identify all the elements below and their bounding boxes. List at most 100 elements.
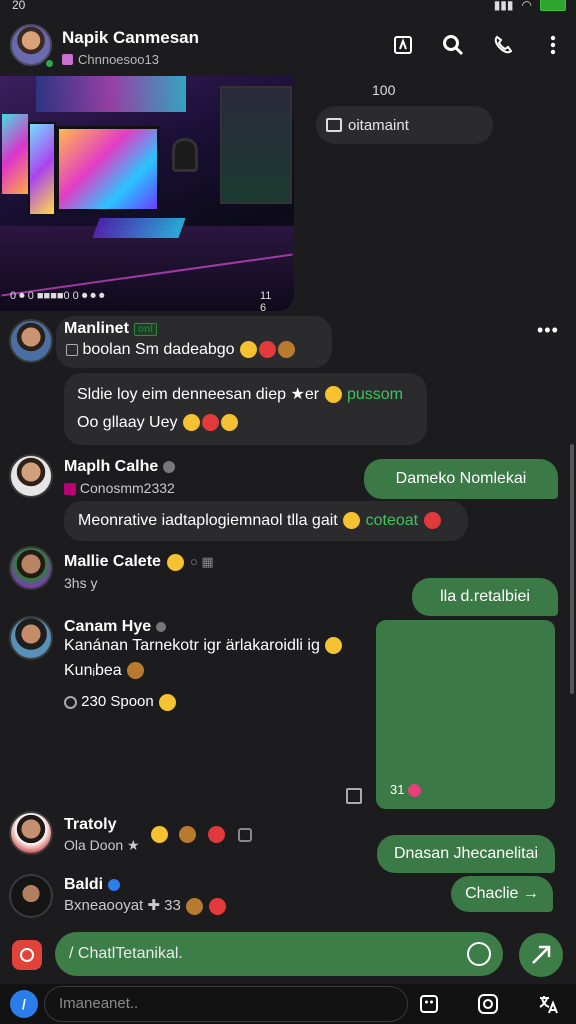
image-caption-text: 0 ⏺ 0 ■■■■0 0 ⏺ ⏺ ⏺ — [10, 290, 105, 302]
chat-area[interactable]: 0 ⏺ 0 ■■■■0 0 ⏺ ⏺ ⏺ 11 6 100 oitamaint M… — [0, 76, 576, 928]
phone-icon[interactable] — [490, 32, 516, 58]
emoji-icon — [182, 414, 200, 432]
sender-name-text: Manlinet — [64, 320, 129, 337]
avatar[interactable] — [9, 616, 53, 660]
message-text: Meonrative iadtaplogiemnaol tlla gait co… — [78, 512, 442, 530]
emoji-icon — [343, 512, 361, 530]
system-pill[interactable]: oitamaint — [316, 106, 493, 144]
bottom-bar: / Imaneanet.. — [0, 984, 576, 1024]
green-card-caption: 31 — [390, 782, 422, 798]
message-composer: / ChatlTetanikal. — [0, 928, 576, 984]
verified-icon — [108, 879, 121, 891]
header-actions — [390, 32, 566, 58]
sender-name: Baldi — [64, 876, 121, 894]
more-options-icon[interactable]: ••• — [537, 320, 559, 341]
expand-icon[interactable] — [346, 788, 362, 804]
sender-sub: Conosmm2332 — [64, 480, 175, 496]
gallery-icon — [326, 118, 342, 132]
sticker-icon[interactable] — [416, 991, 442, 1017]
emoji-icon — [423, 512, 441, 530]
message-line: Kunᵢbea — [64, 662, 145, 680]
sender-sub: Ola Doon ★ — [64, 837, 140, 854]
status-icon: ○ ▦ — [189, 554, 214, 569]
status-bar: 20 ▮▮▮ ◠ — [0, 0, 576, 14]
neon-light — [36, 76, 186, 112]
time-label: 100 — [372, 82, 396, 98]
verified-icon — [156, 622, 167, 632]
system-pill-text: oitamaint — [348, 116, 409, 134]
app-logo-glyph: / — [22, 996, 26, 1012]
send-icon — [532, 945, 551, 964]
sender-name: Maplh Calhe — [64, 458, 176, 476]
shared-image[interactable]: 0 ⏺ 0 ■■■■0 0 ⏺ ⏺ ⏺ 11 6 — [0, 76, 294, 311]
sender-sub-text: Ola Doon ★ — [64, 837, 140, 853]
message-text-content: Meonrative iadtaplogiemnaol tlla gait — [78, 512, 338, 529]
green-card-caption-text: 31 — [390, 782, 405, 797]
sender-sub-text: Bxneaooyat ✚ 33 — [64, 897, 181, 914]
message-line: Kanánan Tarnekotr igr ärlakaroidli ig — [64, 637, 343, 655]
sender-name-text: Canam Hye — [64, 618, 152, 635]
subtitle-text: Chnnoesoo13 — [78, 52, 159, 67]
monitor-center — [56, 126, 160, 212]
wifi-icon: ◠ — [521, 0, 532, 12]
flag-icon[interactable] — [390, 32, 416, 58]
scrollbar[interactable] — [570, 444, 574, 694]
mention-text[interactable]: pussom — [347, 386, 403, 403]
instagram-icon[interactable] — [475, 991, 501, 1017]
emoji-icon — [324, 386, 342, 404]
avatar[interactable] — [9, 454, 53, 498]
online-status-icon — [44, 58, 55, 69]
avatar[interactable] — [9, 546, 53, 590]
contact-name[interactable]: Napik Canmesan — [62, 28, 199, 48]
camera-icon — [20, 948, 34, 962]
app-logo-icon[interactable]: / — [10, 990, 38, 1018]
message-text-content: boolan Sm dadeabgo — [82, 341, 235, 358]
emoji-icon — [127, 662, 145, 680]
message-input[interactable]: / ChatlTetanikal. — [55, 932, 503, 976]
outgoing-bubble[interactable]: Dnasan Jhecanelitai — [377, 835, 555, 873]
outgoing-text: Dameko Nomlekai — [395, 470, 527, 487]
outgoing-text: Chaclie → — [465, 885, 539, 902]
chat-header: Napik Canmesan Chnnoesoo13 — [0, 14, 576, 76]
emoji-icon — [151, 826, 168, 844]
translate-icon[interactable] — [535, 991, 561, 1017]
emoji-icon — [186, 897, 203, 915]
search-icon[interactable] — [440, 32, 466, 58]
contact-subtitle: Chnnoesoo13 — [62, 52, 159, 67]
outgoing-bubble[interactable]: lla d.retalbiei — [412, 578, 558, 616]
verified-icon — [163, 461, 176, 473]
emoji-icon — [207, 826, 225, 844]
avatar[interactable] — [9, 874, 53, 918]
emoji-icon — [166, 553, 184, 571]
avatar[interactable] — [9, 319, 53, 363]
outgoing-bubble[interactable]: Chaclie → — [451, 876, 553, 912]
heart-emoji-icon — [408, 784, 422, 798]
emoji-icon — [209, 897, 227, 915]
sender-sub: Bxneaooyat ✚ 33 — [64, 896, 227, 915]
send-button[interactable] — [519, 933, 563, 977]
camera-button[interactable] — [12, 940, 42, 970]
emoji-icon — [220, 414, 238, 432]
more-vert-icon[interactable] — [540, 32, 566, 58]
sender-name-text: Baldi — [64, 876, 104, 893]
signal-icon: ▮▮▮ — [493, 0, 514, 12]
message-text: boolan Sm dadeabgo — [66, 341, 296, 359]
bottom-search-input[interactable]: Imaneanet.. — [44, 986, 408, 1022]
mention-text[interactable]: coteoat — [366, 512, 418, 529]
monitor-left — [2, 114, 28, 194]
reaction-row[interactable] — [150, 826, 253, 844]
battery-icon — [540, 0, 566, 11]
message-line-text: Kanánan Tarnekotr igr ärlakaroidli ig — [64, 637, 320, 654]
outgoing-bubble[interactable]: Dameko Nomlekai — [364, 459, 558, 499]
message-line-text: Sldie loy eim denneesan diep ★er — [77, 386, 320, 403]
emoji-button-icon[interactable] — [467, 942, 491, 966]
status-time: 20 — [12, 0, 26, 12]
sender-sub-text: Conosmm2332 — [79, 480, 175, 496]
message-line-text: 230 Spoon — [81, 693, 154, 710]
avatar[interactable] — [9, 811, 53, 855]
image-caption: 0 ⏺ 0 ■■■■0 0 ⏺ ⏺ ⏺ 11 6 — [10, 290, 271, 311]
message-input-placeholder: / ChatlTetanikal. — [69, 945, 183, 962]
outgoing-media-card[interactable] — [376, 620, 555, 809]
sender-name-text: Mallie Calete — [64, 553, 161, 570]
emoji-icon — [278, 341, 296, 359]
